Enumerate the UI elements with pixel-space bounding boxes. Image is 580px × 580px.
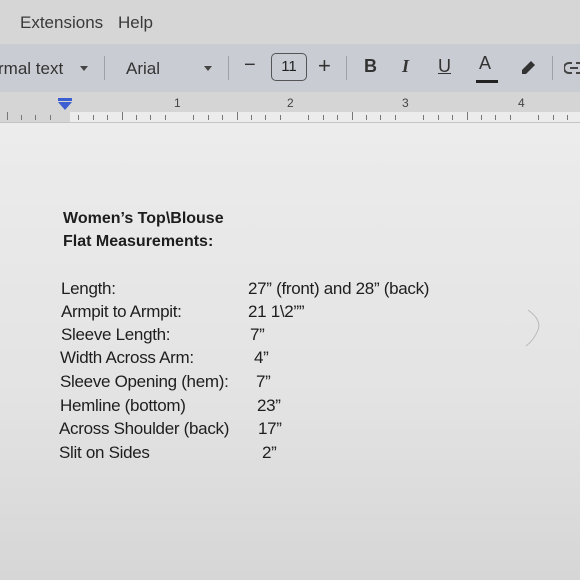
underline-button[interactable]: U (438, 56, 451, 77)
font-family-select[interactable]: Arial (126, 59, 160, 79)
measurement-value: 4” (254, 348, 269, 367)
ruler-tick (78, 115, 79, 120)
text-color-swatch (476, 80, 498, 83)
ruler-tick (251, 115, 252, 120)
ruler-tick (265, 115, 266, 120)
menu-help[interactable]: Help (118, 13, 153, 33)
ruler-tick (423, 115, 424, 120)
bold-button[interactable]: B (364, 56, 377, 77)
decrease-font-size-button[interactable]: − (244, 54, 256, 77)
measurement-value: 21 1\2”” (248, 302, 305, 321)
toolbar-divider (346, 56, 347, 80)
ruler-tick (280, 115, 281, 120)
chevron-down-icon[interactable] (80, 66, 88, 71)
ruler-tick (567, 115, 568, 120)
left-indent-marker[interactable] (58, 102, 72, 110)
ruler-tick (122, 112, 123, 120)
ruler-tick (495, 115, 496, 120)
ruler-tick (222, 115, 223, 120)
first-line-indent-marker[interactable] (58, 98, 72, 101)
ruler-number: 3 (402, 96, 409, 110)
ruler[interactable]: 1 2 3 4 (0, 92, 580, 123)
ruler-tick (395, 115, 396, 120)
measurement-label: Length: (61, 279, 116, 298)
italic-button[interactable]: I (402, 56, 409, 77)
ruler-tick (467, 112, 468, 120)
ruler-track (70, 112, 580, 122)
ruler-tick (107, 115, 108, 120)
document-title: Women’s Top\Blouse (63, 210, 224, 227)
ruler-tick (193, 115, 194, 120)
ruler-tick (452, 115, 453, 120)
toolbar-divider (228, 56, 229, 80)
measurement-value: 27” (front) and 28” (back) (248, 279, 430, 298)
measurement-label: Across Shoulder (back) (59, 419, 230, 438)
ruler-number: 1 (174, 96, 181, 110)
ruler-tick (35, 115, 36, 120)
paragraph-style-select[interactable]: rmal text (0, 59, 63, 79)
ruler-tick (380, 115, 381, 120)
link-icon[interactable] (564, 60, 580, 76)
increase-font-size-button[interactable]: + (318, 53, 331, 79)
measurement-label: Sleeve Length: (61, 325, 171, 344)
document-page[interactable]: Women’s Top\Blouse Flat Measurements: Le… (0, 123, 580, 580)
ruler-tick (510, 115, 511, 120)
chevron-down-icon[interactable] (204, 66, 212, 71)
ruler-tick (208, 115, 209, 120)
measurement-value: 2” (262, 443, 277, 462)
pen-mark-decoration (525, 309, 540, 347)
measurement-label: Sleeve Opening (hem): (60, 372, 229, 391)
measurement-label: Armpit to Armpit: (61, 302, 182, 321)
ruler-number: 4 (518, 96, 525, 110)
ruler-tick (165, 115, 166, 120)
ruler-tick (538, 115, 539, 120)
toolbar-divider (104, 56, 105, 80)
measurement-value: 17” (258, 419, 282, 438)
ruler-tick (136, 115, 137, 120)
ruler-tick (21, 115, 22, 120)
text-color-button[interactable]: A (479, 53, 491, 74)
measurement-label: Slit on Sides (59, 443, 150, 462)
font-size-input[interactable]: 11 (271, 53, 307, 81)
ruler-tick (150, 115, 151, 120)
measurement-label: Hemline (bottom) (60, 396, 186, 415)
measurement-value: 7” (256, 372, 271, 391)
ruler-tick (438, 115, 439, 120)
ruler-tick (337, 115, 338, 120)
document-subtitle: Flat Measurements: (63, 233, 214, 250)
ruler-tick (308, 115, 309, 120)
toolbar-divider (552, 56, 553, 80)
measurement-label: Width Across Arm: (60, 348, 194, 367)
ruler-tick (50, 115, 51, 120)
menu-bar: Extensions Help (0, 0, 580, 44)
measurement-value: 23” (257, 396, 281, 415)
formatting-toolbar: rmal text Arial − 11 + B I U A (0, 44, 580, 92)
ruler-tick (323, 115, 324, 120)
menu-extensions[interactable]: Extensions (20, 13, 103, 33)
ruler-number: 2 (287, 96, 294, 110)
ruler-tick (237, 112, 238, 120)
ruler-tick (481, 115, 482, 120)
measurement-value: 7” (250, 325, 265, 344)
ruler-tick (366, 115, 367, 120)
ruler-tick (553, 115, 554, 120)
highlighter-icon[interactable] (518, 58, 538, 78)
ruler-tick (7, 112, 8, 120)
ruler-tick (352, 112, 353, 120)
ruler-tick (93, 115, 94, 120)
